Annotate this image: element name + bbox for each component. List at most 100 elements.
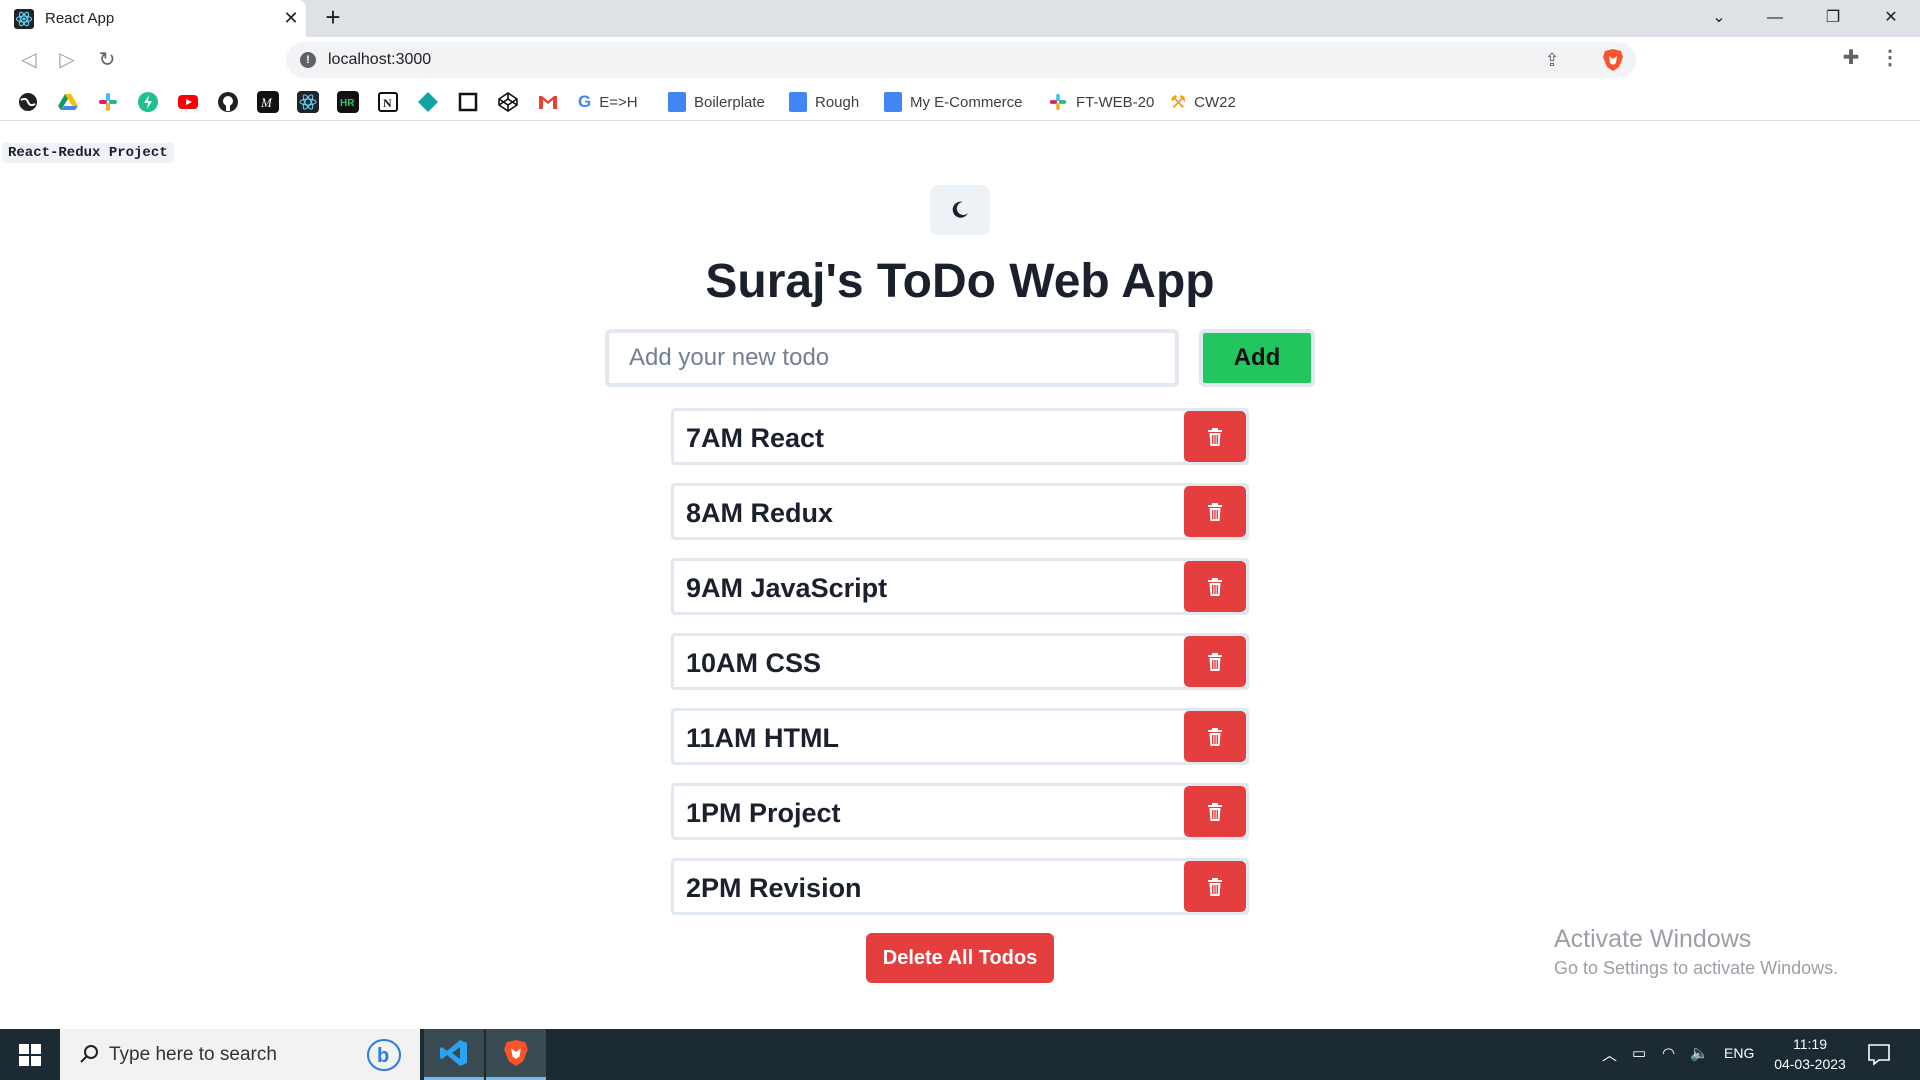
globe-icon[interactable] (17, 91, 39, 113)
hackerrank-icon[interactable]: HR (337, 91, 359, 113)
delete-todo-button[interactable] (1184, 711, 1246, 762)
bookmark-my-e-commerce[interactable]: My E-Commerce (884, 89, 1023, 115)
browser-toolbar: ◁ ▷ ↻ ! localhost:3000 ⇪ ✚ ⋮ (0, 37, 1920, 83)
brave-icon (504, 1040, 528, 1066)
todo-text: 11AM HTML (686, 723, 840, 753)
svg-text:N: N (383, 96, 392, 110)
language-indicator[interactable]: ENG (1724, 1045, 1754, 1061)
bookmark-label: CW22 (1194, 93, 1236, 111)
delete-todo-button[interactable] (1184, 411, 1246, 462)
page-title: Suraj's ToDo Web App (705, 255, 1215, 308)
delete-todo-button[interactable] (1184, 561, 1246, 612)
restore-icon[interactable]: ❐ (1818, 6, 1848, 30)
close-tab-icon[interactable]: ✕ (280, 7, 302, 29)
bookmark-label: Rough (815, 93, 860, 111)
todo-item: 10AM CSS (671, 633, 1249, 690)
vscode-icon (440, 1040, 467, 1066)
start-button[interactable] (0, 1029, 60, 1080)
brave-shields-icon[interactable] (1602, 48, 1624, 72)
delete-todo-button[interactable] (1184, 786, 1246, 837)
bookmark-label: FT-WEB-20 (1076, 93, 1155, 111)
bookmark-rough[interactable]: Rough (789, 89, 859, 115)
todo-item: 9AM JavaScript (671, 558, 1249, 615)
codepen-icon[interactable] (497, 91, 519, 113)
delete-todo-button[interactable] (1184, 486, 1246, 537)
bookmark-label: Boilerplate (694, 93, 765, 111)
search-icon (80, 1045, 98, 1063)
back-icon[interactable]: ◁ (16, 47, 42, 73)
google-docs-icon (668, 92, 686, 112)
bookmark-ft-web-20[interactable]: FT-WEB-20 (1048, 89, 1154, 115)
address-bar[interactable]: ! localhost:3000 ⇪ (286, 42, 1636, 78)
bookmark-e-h[interactable]: G E=>H (578, 89, 638, 115)
volume-icon[interactable]: 🔈 (1690, 1044, 1709, 1062)
brand-label[interactable]: React-Redux Project (2, 143, 174, 163)
square-icon[interactable] (457, 91, 479, 113)
slack-icon (1049, 93, 1067, 111)
taskbar-brave[interactable] (486, 1029, 546, 1080)
reload-icon[interactable]: ↻ (94, 47, 120, 73)
taskbar-vscode[interactable] (424, 1029, 484, 1080)
show-hidden-icons-icon[interactable]: ︿ (1602, 1044, 1617, 1065)
notion-icon[interactable]: N (377, 91, 399, 113)
lightning-app-icon[interactable] (137, 91, 159, 113)
browser-menu-icon[interactable]: ⋮ (1880, 46, 1900, 70)
taskbar-search[interactable]: Type here to search b (60, 1029, 420, 1080)
svg-text:b: b (377, 1045, 389, 1067)
extensions-icon[interactable]: ✚ (1840, 47, 1862, 69)
delete-todo-button[interactable] (1184, 861, 1246, 912)
close-window-icon[interactable]: ✕ (1876, 6, 1906, 30)
todo-text: 8AM Redux (686, 498, 834, 528)
search-placeholder: Type here to search (109, 1044, 277, 1065)
diamond-icon[interactable] (417, 91, 439, 113)
trash-icon (1208, 427, 1222, 446)
bing-icon[interactable]: b (366, 1038, 402, 1072)
new-todo-input[interactable] (605, 329, 1179, 387)
youtube-icon[interactable] (177, 91, 199, 113)
gmail-icon[interactable] (537, 91, 559, 113)
svg-text:HR: HR (340, 98, 355, 109)
share-icon[interactable]: ⇪ (1542, 50, 1562, 70)
battery-icon[interactable]: ▭ (1632, 1044, 1646, 1062)
wifi-icon[interactable]: ◠ (1662, 1044, 1675, 1062)
browser-tab[interactable]: React App ✕ (0, 0, 306, 37)
google-docs-icon (789, 92, 807, 112)
tools-icon: ⚒ (1170, 91, 1187, 112)
trash-icon (1208, 727, 1222, 746)
moon-icon (952, 201, 968, 218)
tab-search-chevron-icon[interactable]: ⌄ (1704, 6, 1734, 30)
url-text[interactable]: localhost:3000 (328, 51, 431, 69)
slack-icon[interactable] (97, 91, 119, 113)
new-tab-icon[interactable]: + (320, 4, 346, 31)
theme-toggle-button[interactable] (930, 185, 990, 235)
github-icon[interactable] (217, 91, 239, 113)
todo-item: 8AM Redux (671, 483, 1249, 540)
minimize-icon[interactable]: — (1760, 6, 1790, 30)
tab-title: React App (45, 10, 115, 27)
delete-all-button[interactable]: Delete All Todos (866, 933, 1054, 983)
todo-item: 7AM React (671, 408, 1249, 465)
notification-center-icon[interactable] (1866, 1041, 1892, 1067)
react-bookmark-icon[interactable] (297, 91, 319, 113)
todo-text: 2PM Revision (686, 873, 862, 903)
site-info-icon[interactable]: ! (300, 52, 316, 68)
todo-text: 7AM React (686, 423, 825, 453)
windows-taskbar: Type here to search b ︿ ▭ ◠ 🔈 ENG 11:19 … (0, 1029, 1920, 1080)
trash-icon (1208, 577, 1222, 596)
todo-item: 2PM Revision (671, 858, 1249, 915)
system-clock[interactable]: 11:19 04-03-2023 (1760, 1034, 1860, 1074)
trash-icon (1208, 877, 1222, 896)
google-drive-icon[interactable] (57, 91, 79, 113)
bookmark-cw22[interactable]: ⚒ CW22 (1170, 89, 1236, 115)
add-todo-button[interactable]: Add (1199, 329, 1315, 387)
masai-icon[interactable]: M (257, 91, 279, 113)
forward-icon[interactable]: ▷ (54, 47, 80, 73)
google-docs-icon (884, 92, 902, 112)
bookmark-boilerplate[interactable]: Boilerplate (668, 89, 765, 115)
trash-icon (1208, 802, 1222, 821)
todo-text: 9AM JavaScript (686, 573, 888, 603)
todo-text: 1PM Project (686, 798, 841, 828)
trash-icon (1208, 502, 1222, 521)
delete-todo-button[interactable] (1184, 636, 1246, 687)
watermark-title: Activate Windows (1554, 925, 1752, 953)
